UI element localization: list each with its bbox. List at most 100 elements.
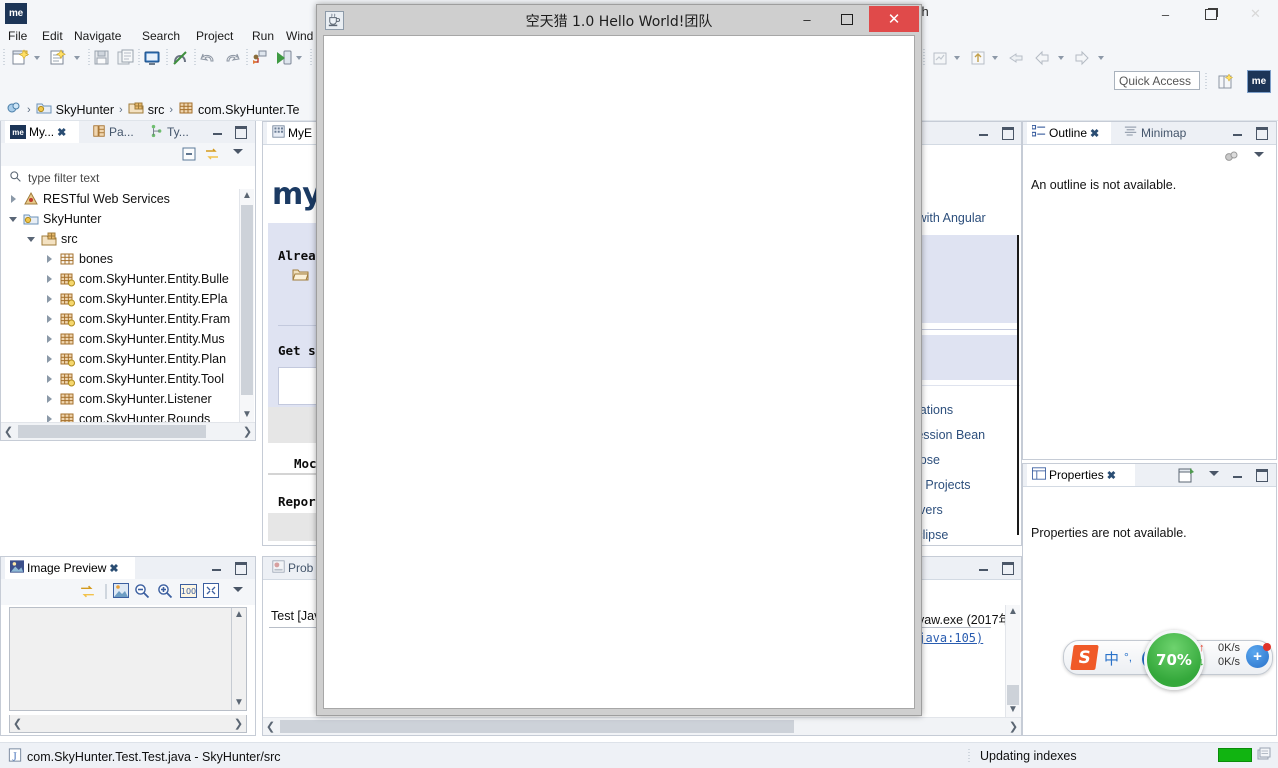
close-icon[interactable]: ✖ — [57, 126, 66, 139]
tree-item[interactable]: com.SkyHunter.Entity.Bulle — [1, 269, 239, 289]
scroll-right-icon[interactable]: ❯ — [1006, 720, 1021, 733]
properties-maximize-button[interactable] — [1254, 467, 1270, 483]
window-maximize-button[interactable] — [1188, 0, 1233, 28]
tree-item[interactable]: RESTful Web Services — [1, 189, 239, 209]
open-perspective-icon[interactable] — [1216, 72, 1236, 92]
explorer-vertical-scrollbar[interactable]: ▲ ▼ — [239, 189, 254, 422]
window-minimize-button[interactable]: – — [1143, 0, 1188, 28]
outline-filter-icon[interactable] — [1223, 149, 1240, 168]
explorer-horizontal-scrollbar[interactable]: ❮ ❯ — [1, 422, 255, 440]
tab-minimap[interactable]: Minimap — [1119, 122, 1209, 144]
collapse-arrow-icon[interactable] — [9, 214, 19, 224]
close-icon[interactable]: ✖ — [1107, 469, 1116, 482]
quick-access-input[interactable]: Quick Access — [1114, 71, 1200, 90]
image-preview-view-menu-icon[interactable] — [233, 587, 243, 592]
expand-arrow-icon[interactable] — [45, 294, 55, 304]
tab-image-preview[interactable]: Image Preview ✖ — [5, 557, 135, 579]
undo-icon[interactable] — [198, 48, 218, 68]
run-dropdown[interactable] — [296, 56, 302, 60]
ime-mode-label[interactable]: 中 — [1104, 648, 1119, 669]
tree-item[interactable]: com.SkyHunter.Entity.Fram — [1, 309, 239, 329]
tree-item[interactable]: com.SkyHunter.Entity.Plan — [1, 349, 239, 369]
breadcrumb-item-src[interactable]: src — [148, 103, 165, 117]
expand-arrow-icon[interactable] — [45, 254, 55, 264]
java-application-window[interactable]: 空天猎 1.0 Hello World!团队 – ✕ — [316, 4, 922, 716]
debug-icon[interactable] — [250, 48, 270, 68]
new-wizard-dropdown[interactable] — [34, 56, 40, 60]
tree-item[interactable]: com.SkyHunter.Entity.EPla — [1, 289, 239, 309]
zoom-out-icon[interactable] — [134, 583, 150, 602]
explorer-minimize-button[interactable] — [209, 124, 225, 140]
breadcrumb-package-icon[interactable] — [178, 100, 194, 119]
tree-item[interactable]: com.SkyHunter.Entity.Tool — [1, 369, 239, 389]
tree-item[interactable]: com.SkyHunter.Rounds — [1, 409, 239, 422]
java-window-minimize-button[interactable]: – — [787, 5, 827, 33]
expand-arrow-icon[interactable] — [45, 394, 55, 404]
image-preview-vscroll[interactable]: ▲ ▼ — [231, 608, 246, 710]
close-icon[interactable]: ✖ — [109, 562, 118, 575]
java-window-maximize-button[interactable] — [827, 5, 867, 33]
scroll-left-icon[interactable]: ❮ — [263, 720, 278, 733]
explorer-view-menu-icon[interactable] — [233, 149, 243, 154]
new-java-file-icon[interactable] — [48, 48, 68, 68]
tree-item[interactable]: SkyHunter — [1, 209, 239, 229]
editor-minimize-button[interactable] — [975, 125, 991, 141]
tab-myeclipse-explorer[interactable]: me My... ✖ — [5, 121, 79, 143]
back-dropdown[interactable] — [1058, 56, 1064, 60]
collapse-all-icon[interactable] — [181, 146, 197, 165]
save-all-icon[interactable] — [116, 48, 136, 68]
new-properties-tab-icon[interactable] — [1178, 467, 1196, 487]
tab-type-hierarchy[interactable]: Ty... — [145, 121, 201, 143]
breadcrumb-item-package[interactable]: com.SkyHunter.Te — [198, 103, 299, 117]
console-horizontal-scrollbar[interactable]: ❮ ❯ — [263, 717, 1021, 735]
next-annotation-icon[interactable] — [1006, 48, 1026, 68]
skip-breakpoints-icon[interactable] — [170, 48, 190, 68]
scroll-left-icon[interactable]: ❮ — [10, 717, 25, 730]
menu-window[interactable]: Wind — [282, 28, 317, 45]
expand-arrow-icon[interactable] — [45, 314, 55, 324]
cpu-usage-indicator[interactable]: 70% — [1144, 630, 1204, 690]
console-vertical-scrollbar[interactable]: ▲ ▼ — [1005, 605, 1020, 717]
expand-arrow-icon[interactable] — [45, 374, 55, 384]
tab-outline[interactable]: Outline ✖ — [1027, 122, 1111, 144]
save-icon[interactable] — [92, 48, 112, 68]
collapse-arrow-icon[interactable] — [27, 234, 37, 244]
window-close-button[interactable]: ✕ — [1233, 0, 1278, 28]
open-type-dropdown[interactable] — [992, 56, 998, 60]
breadcrumb-workspace-icon[interactable] — [6, 100, 22, 119]
link-with-editor-icon[interactable] — [204, 146, 220, 165]
breadcrumb-item-project[interactable]: SkyHunter — [56, 103, 114, 117]
explorer-maximize-button[interactable] — [233, 124, 249, 140]
back-icon[interactable] — [1032, 48, 1052, 68]
expand-arrow-icon[interactable] — [45, 354, 55, 364]
properties-minimize-button[interactable] — [1229, 467, 1245, 483]
close-icon[interactable]: ✖ — [1090, 127, 1099, 140]
menu-search[interactable]: Search — [138, 28, 184, 45]
menu-edit[interactable]: Edit — [38, 28, 67, 45]
ime-punctuation-toggle[interactable]: °, — [1124, 650, 1132, 664]
project-tree[interactable]: RESTful Web Services SkyHunter src bones com… — [1, 189, 239, 422]
open-type-icon[interactable] — [968, 48, 988, 68]
outline-maximize-button[interactable] — [1254, 125, 1270, 141]
tree-item[interactable]: src — [1, 229, 239, 249]
scroll-left-icon[interactable]: ❮ — [1, 425, 16, 438]
open-folder-icon[interactable] — [292, 267, 310, 286]
expand-arrow-icon[interactable] — [45, 414, 55, 422]
tab-problems[interactable]: Prob — [267, 557, 319, 579]
menu-project[interactable]: Project — [192, 28, 237, 45]
java-window-client-area[interactable] — [323, 35, 915, 709]
external-dropdown[interactable] — [954, 56, 960, 60]
expand-arrow-icon[interactable] — [9, 194, 19, 204]
menu-file[interactable]: File — [4, 28, 31, 45]
tree-item[interactable]: com.SkyHunter.Entity.Mus — [1, 329, 239, 349]
outline-minimize-button[interactable] — [1229, 125, 1245, 141]
image-preview-canvas[interactable]: ▲ ▼ — [9, 607, 247, 711]
java-window-close-button[interactable]: ✕ — [869, 6, 919, 32]
breadcrumb-source-folder-icon[interactable] — [128, 100, 144, 119]
fit-to-window-icon[interactable] — [203, 583, 219, 601]
tab-myeclipse-welcome[interactable]: MyE — [267, 122, 317, 144]
new-wizard-icon[interactable] — [10, 48, 30, 68]
explorer-filter-row[interactable]: type filter text — [1, 168, 255, 188]
image-icon[interactable] — [113, 583, 129, 601]
jobs-icon[interactable] — [1256, 746, 1272, 762]
